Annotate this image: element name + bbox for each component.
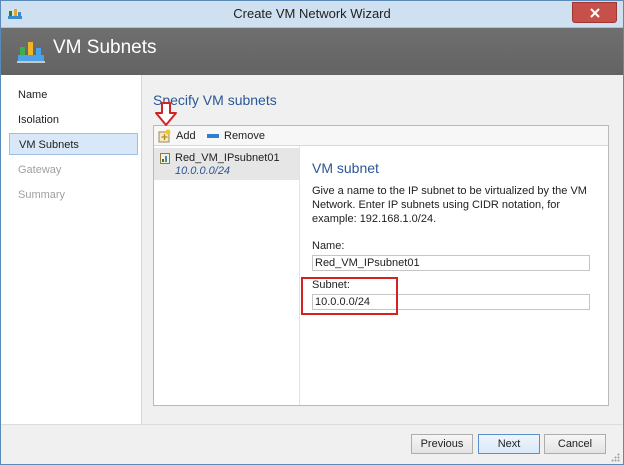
red-arrow-down-icon (155, 102, 177, 126)
subnet-panel: Add Remove Red_VM_IPsubnet01 10.0.0.0/24… (153, 125, 609, 406)
wizard-window: Create VM Network Wizard VM Subnets Name… (0, 0, 624, 465)
nav-item-isolation[interactable]: Isolation (9, 109, 138, 131)
subnet-input[interactable] (312, 294, 590, 310)
remove-label: Remove (224, 129, 265, 142)
subnet-icon (160, 153, 170, 164)
next-button[interactable]: Next (478, 434, 540, 454)
nav-item-summary: Summary (18, 189, 66, 201)
remove-button[interactable]: Remove (207, 126, 265, 145)
main-content: Specify VM subnets Add Remove Red_VM_IPs… (142, 75, 623, 424)
details-description: Give a name to the IP subnet to be virtu… (312, 185, 587, 225)
wizard-footer: Previous Next Cancel (1, 424, 623, 464)
close-icon (589, 7, 600, 18)
add-button[interactable]: Add (158, 126, 196, 145)
title-bar[interactable]: Create VM Network Wizard (1, 1, 623, 28)
name-input[interactable] (312, 255, 590, 271)
subnet-list: Red_VM_IPsubnet01 10.0.0.0/24 (154, 146, 300, 405)
nav-item-gateway: Gateway (18, 164, 62, 176)
subnet-details: VM subnet Give a name to the IP subnet t… (300, 146, 608, 405)
close-button[interactable] (572, 2, 617, 23)
page-title: VM Subnets (53, 37, 157, 58)
add-icon (158, 129, 171, 142)
remove-icon (207, 133, 219, 138)
name-label: Name: (312, 240, 345, 252)
cancel-button[interactable]: Cancel (544, 434, 606, 454)
nav-item-vm-subnets[interactable]: VM Subnets (9, 133, 138, 155)
window-title: Create VM Network Wizard (233, 6, 391, 21)
list-item[interactable]: Red_VM_IPsubnet01 10.0.0.0/24 (154, 148, 299, 180)
subnet-cidr: 10.0.0.0/24 (175, 165, 231, 177)
subnet-toolbar: Add Remove (154, 126, 608, 146)
resize-grip-icon[interactable] (611, 453, 620, 462)
previous-button[interactable]: Previous (411, 434, 473, 454)
details-title: VM subnet (312, 160, 379, 176)
subnet-label: Subnet: (312, 279, 350, 291)
nav-item-name[interactable]: Name (9, 84, 138, 106)
subnet-name: Red_VM_IPsubnet01 (175, 152, 280, 164)
wizard-header: VM Subnets (1, 28, 623, 75)
wizard-nav: Name Isolation VM Subnets Gateway Summar… (1, 75, 142, 424)
network-icon (17, 42, 45, 63)
add-label: Add (176, 129, 196, 142)
